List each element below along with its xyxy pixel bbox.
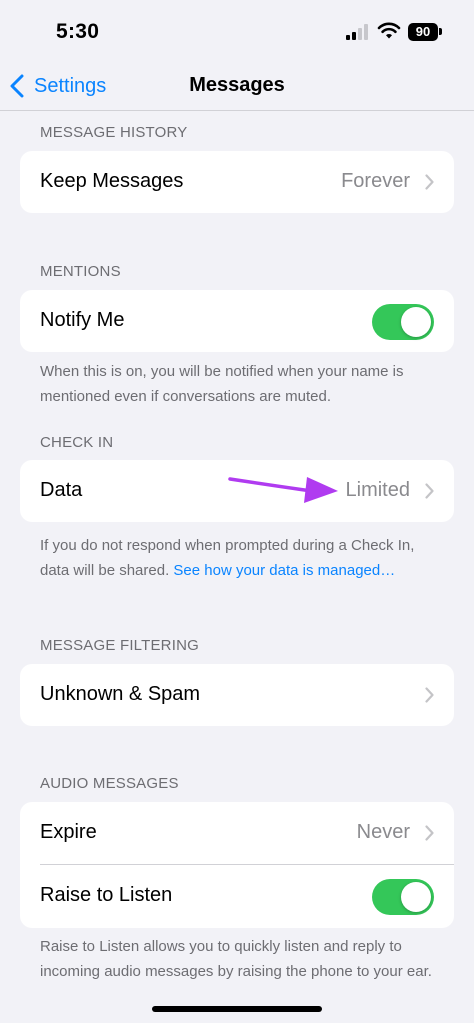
raise-to-listen-row: Raise to Listen — [20, 865, 454, 927]
audio-messages-footnote: Raise to Listen allows you to quickly li… — [40, 938, 432, 980]
chevron-right-icon — [425, 825, 434, 841]
mentions-footnote: When this is on, you will be notified wh… — [40, 363, 404, 405]
expire-row[interactable]: Expire Never — [20, 802, 454, 864]
message-filtering-group: Unknown & Spam — [20, 664, 454, 726]
unknown-spam-row[interactable]: Unknown & Spam — [20, 664, 454, 726]
section-header-message-filtering: MESSAGE FILTERING — [40, 637, 199, 654]
battery-icon: 90 — [408, 23, 438, 41]
data-value: Limited — [345, 479, 410, 501]
home-indicator[interactable] — [152, 1006, 322, 1012]
expire-label: Expire — [40, 821, 97, 843]
chevron-right-icon — [425, 483, 434, 499]
data-management-link[interactable]: See how your data is managed… — [173, 562, 395, 579]
section-header-audio-messages: AUDIO MESSAGES — [40, 775, 179, 792]
wifi-icon — [377, 22, 401, 39]
mentions-group: Notify Me — [20, 290, 454, 352]
notify-me-row: Notify Me — [20, 290, 454, 352]
annotation-arrow-icon — [228, 477, 338, 503]
section-header-mentions: MENTIONS — [40, 263, 121, 280]
section-header-check-in: CHECK IN — [40, 434, 114, 451]
status-time: 5:30 — [56, 20, 100, 43]
page-title: Messages — [189, 74, 285, 96]
notify-me-label: Notify Me — [40, 309, 125, 331]
status-bar: 5:30 90 — [0, 0, 474, 64]
notify-me-toggle[interactable] — [372, 304, 434, 340]
toggle-knob — [401, 307, 431, 337]
keep-messages-value: Forever — [341, 170, 410, 192]
chevron-right-icon — [425, 687, 434, 703]
unknown-spam-label: Unknown & Spam — [40, 683, 201, 705]
chevron-right-icon — [425, 174, 434, 190]
audio-messages-group: Expire Never Raise to Listen — [20, 802, 454, 928]
section-header-message-history: MESSAGE HISTORY — [40, 124, 188, 141]
toggle-knob — [401, 882, 431, 912]
message-history-group: Keep Messages Forever — [20, 151, 454, 213]
navigation-bar: Settings Messages — [0, 64, 474, 111]
raise-to-listen-label: Raise to Listen — [40, 884, 173, 906]
cellular-signal-icon — [346, 24, 368, 40]
expire-value: Never — [356, 821, 410, 843]
keep-messages-row[interactable]: Keep Messages Forever — [20, 151, 454, 213]
raise-to-listen-toggle[interactable] — [372, 879, 434, 915]
keep-messages-label: Keep Messages — [40, 170, 184, 192]
check-in-footnote: If you do not respond when prompted duri… — [40, 533, 432, 583]
data-label: Data — [40, 479, 83, 501]
battery-tip — [439, 28, 442, 35]
